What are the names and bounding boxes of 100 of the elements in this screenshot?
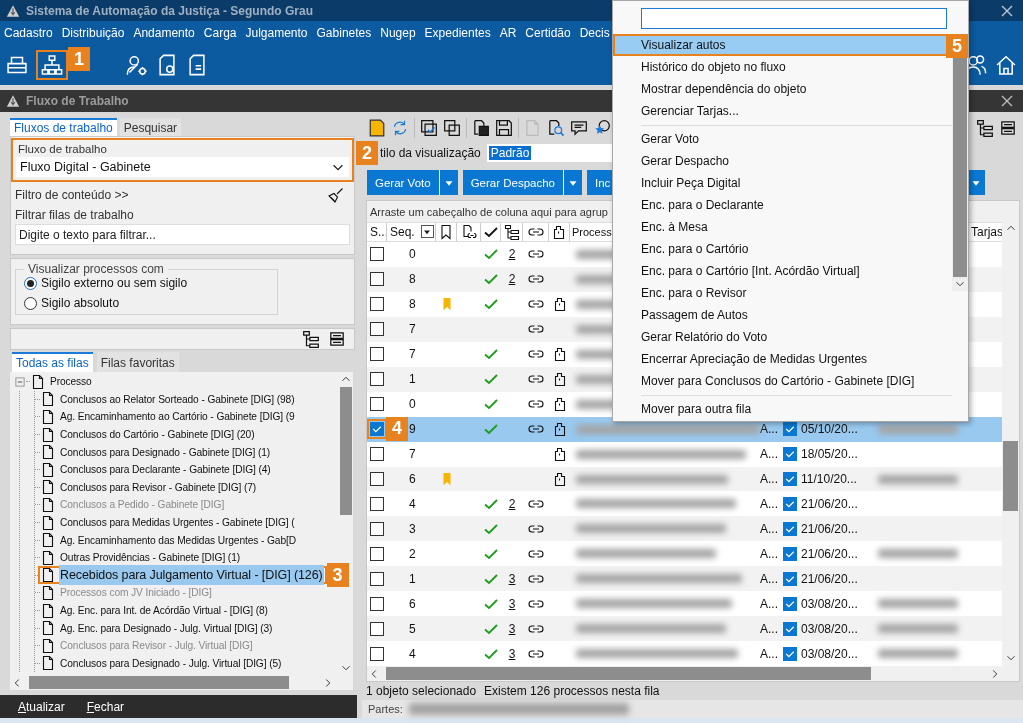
menu-item[interactable]: Gerar Voto	[613, 128, 952, 150]
table-cell: 8	[409, 297, 416, 312]
table-cell: 7	[409, 447, 416, 462]
table-row[interactable]: 1 3 A... 21/06/20...	[367, 566, 1002, 592]
count-link[interactable]: 3	[508, 621, 516, 636]
table-cell: 0	[409, 397, 416, 412]
filter-field[interactable]: Digite o texto para filtrar...	[15, 224, 350, 245]
callout-badge: 2	[356, 141, 378, 165]
table-cell: 6	[409, 596, 416, 611]
tree-item[interactable]: Conclusos ao Relator Sorteado - Gabinete [DIG] (98)	[59, 393, 296, 405]
table-cell: A...	[760, 546, 778, 561]
count-link[interactable]: 3	[508, 646, 516, 661]
table-cell: 9	[409, 422, 416, 437]
menu-item[interactable]: Gerar Despacho	[613, 150, 952, 172]
radio-label: Sigilo absoluto	[41, 296, 120, 310]
table-cell: A...	[760, 496, 778, 511]
group-label: Visualizar processos com	[27, 262, 165, 276]
table-cell: A...	[760, 521, 778, 536]
table-cell: 11/10/20...	[801, 472, 857, 486]
table-cell: 3	[409, 521, 416, 536]
table-cell: 1	[409, 571, 416, 586]
status-text: 1 objeto selecionado	[366, 684, 477, 698]
menu-item[interactable]: Histórico do objeto no fluxo	[613, 56, 952, 78]
table-cell: 05/10/20...	[801, 422, 858, 437]
tree-item[interactable]: Ag. Enc. para Int. de Acórdão Virtual - [DIG] (8)	[59, 605, 269, 616]
table-cell: 7	[409, 347, 416, 362]
tree-item[interactable]: Ag. Enc. para Designado - Julg. Virtual [DIG] (3)	[59, 622, 274, 634]
callout-badge: 3	[326, 563, 349, 588]
count-link[interactable]: 2	[508, 496, 516, 511]
menu-item[interactable]: Passagem de Autos	[613, 304, 952, 326]
menu-item[interactable]: Enc. para o Revisor	[613, 282, 952, 304]
tree-item[interactable]: Recebidos para Julgamento Virtual - [DIG] (126)	[59, 565, 324, 586]
menu-item[interactable]: Andamento	[133, 26, 195, 40]
workflow-dropdown[interactable]: Fluxo Digital - Gabinete	[16, 157, 349, 177]
table-cell: 21/06/20...	[801, 496, 858, 511]
field-label: tilo da visualização	[380, 146, 481, 160]
table-cell: A...	[760, 571, 778, 586]
menu-item[interactable]: Encerrar Apreciação de Medidas Urgentes	[613, 348, 952, 370]
tree-item[interactable]: Processo	[49, 376, 93, 388]
table-cell: 03/08/20...	[801, 596, 858, 611]
table-cell: 03/08/20...	[801, 646, 858, 661]
field-label: Filtrar filas de trabalho	[15, 208, 135, 222]
column-header[interactable]: Seq.	[387, 223, 436, 241]
radio-label: Sigilo externo ou sem sigilo	[41, 276, 188, 290]
tree-item[interactable]: Conclusos do Cartório - Gabinete [DIG] (20)	[59, 429, 256, 441]
tree-item[interactable]: Conclusos para Medidas Urgentes - Gabinete [DIG] (	[59, 517, 296, 529]
table-cell: 21/06/20...	[801, 571, 858, 586]
count-link[interactable]: 3	[508, 571, 516, 586]
menu-item[interactable]: Enc. para o Cartório	[613, 238, 952, 260]
menu-item[interactable]: Enc. para o Cartório [Int. Acórdão Virtual]	[613, 260, 952, 282]
table-cell: 6	[409, 472, 416, 486]
menu-item[interactable]: Gabinetes	[316, 26, 372, 40]
tab[interactable]: Todas as filas	[12, 352, 93, 372]
table-row[interactable]: 5 3 A... 03/08/20...	[367, 616, 1002, 642]
tab[interactable]: Fluxos de trabalho	[10, 118, 117, 136]
tree-item[interactable]: Conclusos para Designado - Julg. Virtual [DIG] (5)	[59, 657, 283, 669]
menu-item[interactable]: Gerenciar Tarjas...	[613, 100, 952, 122]
menu-item[interactable]: Julgamento	[245, 26, 308, 40]
callout-badge: 1	[68, 47, 90, 71]
column-header[interactable]: S...	[367, 223, 387, 241]
menu-item[interactable]: Expedientes	[424, 26, 491, 40]
callout-badge: 5	[946, 34, 968, 58]
menu-item[interactable]: Certidão	[525, 26, 571, 40]
table-cell: 03/08/20...	[801, 621, 858, 636]
tree-item[interactable]: Conclusos para Revisor - Gabinete [DIG] (7)	[59, 481, 258, 493]
table-cell: 2	[409, 546, 416, 561]
table-row[interactable]: 6 A... 11/10/20...	[367, 466, 1002, 492]
menu-item[interactable]: Mostrar dependência do objeto	[613, 78, 952, 100]
field-label: Partes:	[368, 703, 403, 715]
tree-item[interactable]: Conclusos para Designado - Gabinete [DIG] (1)	[59, 446, 272, 458]
menu-item[interactable]: Distribuição	[61, 26, 125, 40]
menu-item[interactable]: Decis	[579, 26, 610, 40]
table-cell: 7	[409, 322, 416, 337]
table-cell: 0	[409, 247, 416, 262]
tree-item[interactable]: Ag. Encaminhamento das Medidas Urgentes - Gab[D	[59, 534, 297, 546]
table-cell: 8	[409, 272, 416, 287]
table-cell: A...	[760, 422, 778, 437]
callout-badge: 4	[386, 416, 408, 441]
tab[interactable]: Filas favoritas	[96, 352, 179, 372]
action-button[interactable]: Gerar Despacho	[462, 170, 563, 195]
table-cell: 4	[409, 646, 416, 661]
tree-item[interactable]: Outras Providências - Gabinete [DIG] (1)	[59, 552, 241, 564]
tab[interactable]: Pesquisar	[119, 118, 182, 136]
count-link[interactable]: 2	[508, 272, 516, 287]
count-link[interactable]: 3	[508, 596, 516, 611]
footer-link[interactable]: Atualizar	[18, 699, 65, 714]
menu-item[interactable]: AR	[499, 26, 517, 40]
tree-item[interactable]: Conclusos para Declarante - Gabinete [DIG] (4)	[59, 464, 272, 476]
menu-item[interactable]: Mover para Conclusos do Cartório - Gabinete [DIG]	[613, 370, 952, 392]
menu-item[interactable]: Cadastro	[4, 26, 53, 40]
count-link[interactable]: 2	[508, 247, 516, 262]
tree-item[interactable]: Ag. Encaminhamento ao Cartório - Gabinete [DIG] (9	[59, 411, 296, 423]
filter-toggle-link[interactable]: Filtro de conteúdo >>	[15, 188, 129, 202]
menu-item[interactable]: Nugep	[380, 26, 416, 40]
panel-title: Fluxo de Trabalho	[26, 94, 130, 108]
menu-item[interactable]: Carga	[203, 26, 237, 40]
table-row[interactable]: 3 A... 21/06/20...	[367, 516, 1002, 542]
footer-link[interactable]: Fechar	[86, 699, 125, 714]
menu-item[interactable]: Gerar Relatório do Voto	[613, 326, 952, 348]
action-button[interactable]: Gerar Voto	[367, 170, 439, 195]
